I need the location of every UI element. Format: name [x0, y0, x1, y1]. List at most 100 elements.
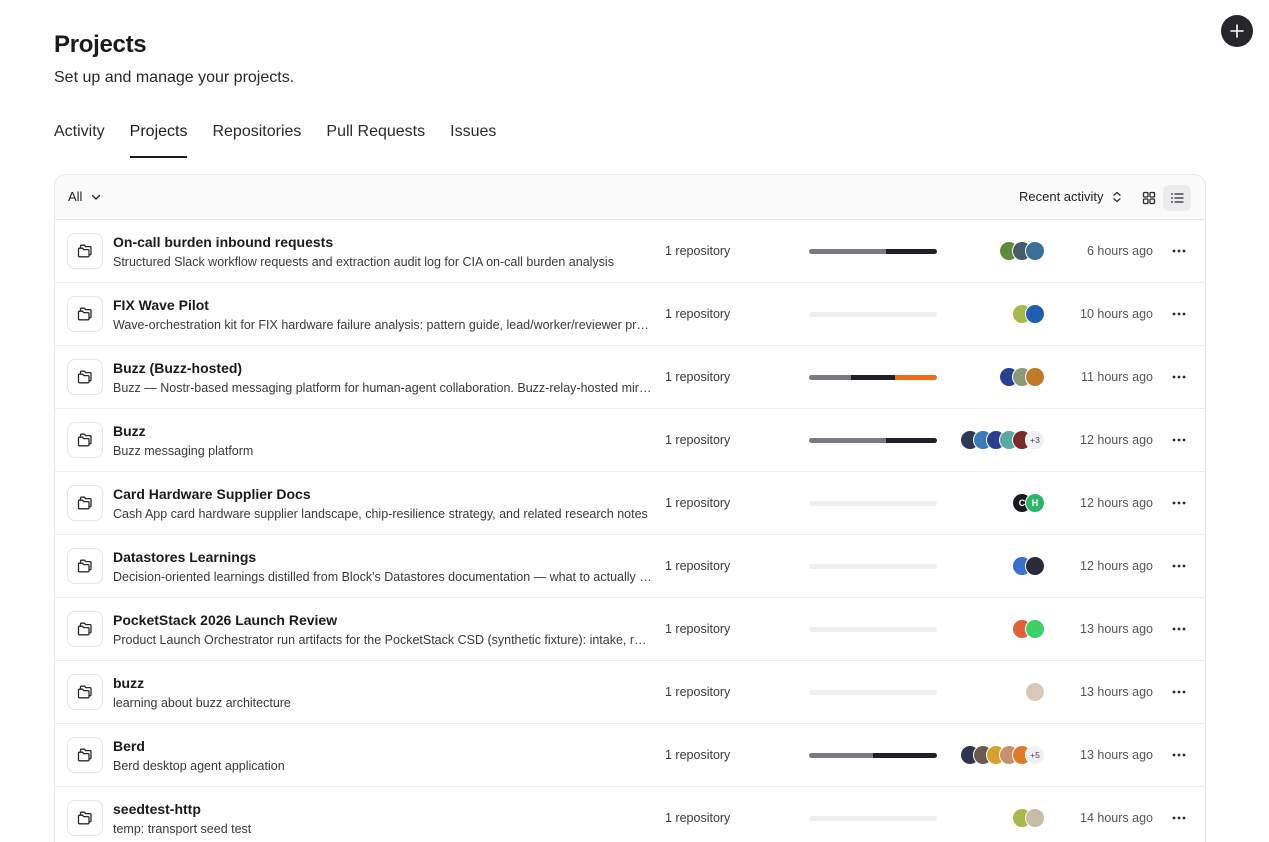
project-folder-icon	[77, 559, 92, 573]
project-description: temp: transport seed test	[113, 822, 252, 836]
project-description: Product Launch Orchestrator run artifact…	[113, 633, 653, 647]
project-name: seedtest-http	[113, 801, 201, 817]
project-row[interactable]: Buzz Buzz messaging platform 1 repository +…	[55, 409, 1205, 472]
project-description: Buzz messaging platform	[113, 444, 254, 458]
project-row[interactable]: buzz learning about buzz architecture 1 re…	[55, 661, 1205, 724]
activity-bar-segment	[894, 375, 937, 380]
repository-count[interactable]: 1 repository	[665, 244, 730, 258]
project-name: Datastores Learnings	[113, 549, 257, 565]
tab-activity[interactable]: Activity	[54, 121, 105, 158]
project-description: Buzz — Nostr-based messaging platform fo…	[113, 381, 653, 395]
project-row[interactable]: Buzz (Buzz-hosted) Buzz — Nostr-based mes…	[55, 346, 1205, 409]
project-name: PocketStack 2026 Launch Review	[113, 612, 338, 628]
grid-view-button[interactable]	[1135, 185, 1163, 211]
row-menu-button[interactable]	[1169, 431, 1189, 449]
list-view-button[interactable]	[1163, 185, 1191, 211]
project-row[interactable]: Card Hardware Supplier Docs Cash App card…	[55, 472, 1205, 535]
repository-count[interactable]: 1 repository	[665, 622, 730, 636]
contributor-avatars: +5	[960, 745, 1045, 765]
project-description: Wave-orchestration kit for FIX hardware …	[113, 318, 653, 332]
tab-pull-requests[interactable]: Pull Requests	[326, 121, 425, 158]
project-icon-box	[67, 737, 103, 773]
contributor-avatars	[1025, 682, 1045, 702]
avatar	[1025, 367, 1045, 387]
project-name: Buzz	[113, 423, 146, 439]
activity-bar	[809, 753, 937, 758]
project-folder-icon	[77, 370, 92, 384]
tab-repositories[interactable]: Repositories	[212, 121, 301, 158]
new-project-button[interactable]	[1221, 15, 1253, 47]
repository-count[interactable]: 1 repository	[665, 370, 730, 384]
project-row[interactable]: Datastores Learnings Decision-oriented le…	[55, 535, 1205, 598]
tab-projects[interactable]: Projects	[129, 121, 187, 158]
project-icon-box	[67, 611, 103, 647]
more-horizontal-icon	[1172, 375, 1186, 379]
activity-bar	[809, 249, 937, 254]
repository-count[interactable]: 1 repository	[665, 307, 730, 321]
avatar	[1025, 682, 1045, 702]
contributor-avatars	[1012, 304, 1045, 324]
more-horizontal-icon	[1172, 564, 1186, 568]
row-menu-button[interactable]	[1169, 683, 1189, 701]
page-subtitle: Set up and manage your projects.	[54, 69, 295, 86]
avatar	[1025, 241, 1045, 261]
activity-bar-segment	[873, 753, 937, 758]
project-icon-box	[67, 422, 103, 458]
activity-bar-segment	[885, 249, 937, 254]
activity-bar-segment	[809, 375, 852, 380]
tab-issues[interactable]: Issues	[450, 121, 496, 158]
project-description: Cash App card hardware supplier landscap…	[113, 507, 648, 521]
project-name: Berd	[113, 738, 145, 754]
sort-dropdown[interactable]: Recent activity	[1019, 189, 1122, 204]
contributor-avatars	[999, 367, 1045, 387]
repository-count[interactable]: 1 repository	[665, 748, 730, 762]
row-menu-button[interactable]	[1169, 368, 1189, 386]
row-menu-button[interactable]	[1169, 242, 1189, 260]
project-row[interactable]: Berd Berd desktop agent application 1 repo…	[55, 724, 1205, 787]
avatar: H	[1025, 493, 1045, 513]
contributor-avatars	[1012, 556, 1045, 576]
project-row[interactable]: seedtest-http temp: transport seed test 1 …	[55, 787, 1205, 842]
sort-label: Recent activity	[1019, 189, 1104, 204]
row-menu-button[interactable]	[1169, 494, 1189, 512]
project-description: Decision-oriented learnings distilled fr…	[113, 570, 653, 584]
activity-bar	[809, 438, 937, 443]
more-horizontal-icon	[1172, 312, 1186, 316]
activity-bar	[809, 816, 937, 821]
row-menu-button[interactable]	[1169, 746, 1189, 764]
filter-dropdown[interactable]: All	[68, 189, 102, 204]
more-horizontal-icon	[1172, 753, 1186, 757]
project-description: learning about buzz architecture	[113, 696, 291, 710]
project-row[interactable]: FIX Wave Pilot Wave-orchestration kit for…	[55, 283, 1205, 346]
activity-bar	[809, 312, 937, 317]
project-row[interactable]: On-call burden inbound requests Structure…	[55, 220, 1205, 283]
project-icon-box	[67, 800, 103, 836]
row-menu-button[interactable]	[1169, 809, 1189, 827]
chevron-down-icon	[92, 194, 101, 200]
repository-count[interactable]: 1 repository	[665, 559, 730, 573]
repository-count[interactable]: 1 repository	[665, 496, 730, 510]
last-activity-time: 12 hours ago	[1080, 433, 1153, 447]
row-menu-button[interactable]	[1169, 557, 1189, 575]
last-activity-time: 10 hours ago	[1080, 307, 1153, 321]
repository-count[interactable]: 1 repository	[665, 685, 730, 699]
project-icon-box	[67, 485, 103, 521]
project-name: buzz	[113, 675, 145, 691]
activity-bar	[809, 690, 937, 695]
project-icon-box	[67, 548, 103, 584]
avatar	[1025, 808, 1045, 828]
repository-count[interactable]: 1 repository	[665, 811, 730, 825]
project-row[interactable]: PocketStack 2026 Launch Review Product La…	[55, 598, 1205, 661]
more-horizontal-icon	[1172, 690, 1186, 694]
project-description: Berd desktop agent application	[113, 759, 285, 773]
contributor-avatars: HC	[1012, 493, 1045, 513]
project-name: Buzz (Buzz-hosted)	[113, 360, 243, 376]
contributor-avatars	[999, 241, 1045, 261]
activity-bar-segment	[809, 249, 886, 254]
repository-count[interactable]: 1 repository	[665, 433, 730, 447]
last-activity-time: 12 hours ago	[1080, 496, 1153, 510]
row-menu-button[interactable]	[1169, 305, 1189, 323]
project-folder-icon	[77, 685, 92, 699]
more-horizontal-icon	[1172, 816, 1186, 820]
row-menu-button[interactable]	[1169, 620, 1189, 638]
